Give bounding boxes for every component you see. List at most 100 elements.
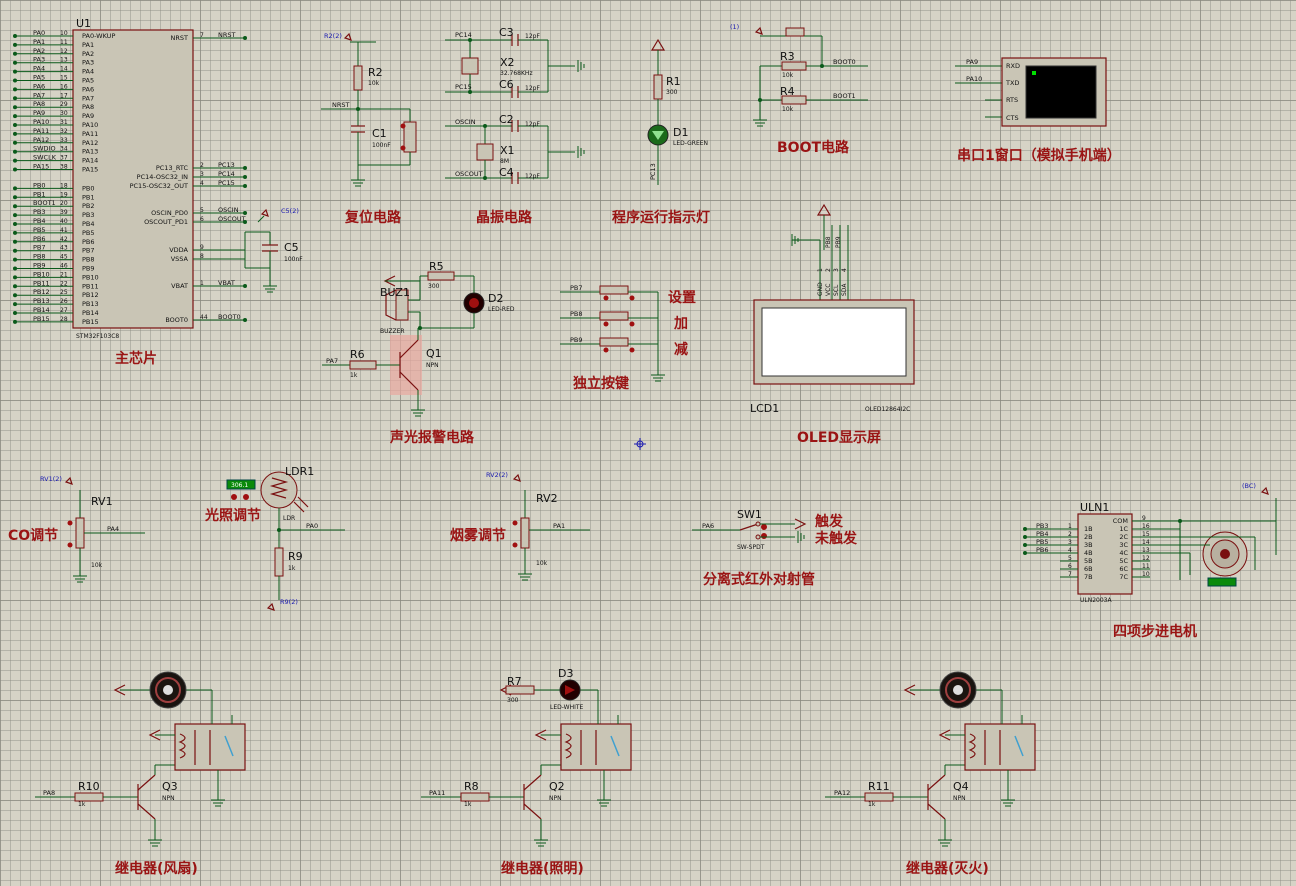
probe-r2-icon	[343, 32, 352, 41]
mcu-left-pinnum: 41	[60, 227, 68, 234]
mcu-left-pinnum: 20	[60, 200, 68, 207]
uln-in-pin: 3B	[1084, 541, 1093, 549]
r2-ref: R2	[368, 66, 383, 79]
mcu-left-pinnum: 11	[60, 39, 68, 46]
mcu-left-net: PB11	[33, 279, 50, 287]
probe-rv1-icon	[64, 476, 73, 485]
mcu-left-pinnum: 26	[60, 298, 68, 305]
uln-in-num: 7	[1068, 571, 1072, 578]
r3-ref: R3	[780, 50, 795, 63]
reset-button[interactable]	[403, 121, 417, 153]
terminal-screen	[1025, 65, 1097, 119]
r3-val: 10k	[782, 72, 794, 79]
r7-val: 300	[507, 697, 519, 704]
r6-ref: R6	[350, 348, 365, 361]
oled-pin-number: 3	[833, 268, 840, 272]
boot-circuit: R3 10k R4 10k BOOT0 BOOT1 (1)	[730, 23, 868, 127]
uln1-val: ULN2003A	[1080, 597, 1112, 604]
net-pa0: PA0	[306, 522, 318, 530]
mcu-right-pin: VDDA	[169, 246, 188, 254]
title-relay-fire: 继电器(灭火)	[906, 860, 989, 877]
mcu-left-net: PA9	[33, 109, 45, 117]
net-pa11: PA11	[429, 789, 445, 797]
mcu-right-pin: BOOT0	[165, 316, 188, 324]
uln-net: PB5	[1036, 538, 1049, 546]
oled-pin-number: 1	[817, 268, 824, 272]
net-nrst: NRST	[332, 101, 350, 109]
net-pa10: PA10	[966, 75, 982, 83]
key-up-button[interactable]	[599, 311, 629, 321]
oled-pin-label: SCL	[833, 284, 840, 296]
uln-out-pin: 4C	[1119, 549, 1128, 557]
q3-val: NPN	[162, 795, 175, 802]
mcu-right-net: PC14	[218, 170, 235, 178]
boot-switch[interactable]	[785, 27, 805, 37]
title-main-chip: 主芯片	[115, 350, 157, 367]
oled-pin-label: VCC	[825, 284, 832, 296]
mcu-left-pin: PB0	[82, 184, 95, 192]
mcu-left-pinnum: 22	[60, 280, 68, 287]
c5-ref: C5	[284, 241, 299, 254]
r1-val: 300	[666, 89, 678, 96]
uln-net: PB6	[1036, 546, 1049, 554]
c1-val: 100nF	[372, 142, 391, 149]
mcu-left-pin: PA0-WKUP	[82, 32, 115, 40]
uln-out-num: 12	[1142, 555, 1150, 562]
key-label-set: 设置	[668, 289, 696, 306]
key-down-button[interactable]	[599, 337, 629, 347]
c6-ref: C6	[499, 78, 514, 91]
mcu-right-pinnum: 5	[200, 207, 204, 214]
c2-val: 12pF	[525, 121, 540, 128]
net-pa9: PA9	[966, 58, 978, 66]
oled-pin-number: 2	[825, 268, 832, 272]
mcu-u1[interactable]: U1 STM32F103C8 PA0 10 PA0-WKUPPA1 11 PA1PA2 1…	[13, 17, 247, 340]
relay-base-resistor	[460, 792, 490, 802]
virtual-terminal[interactable]: PA9 PA10 RXD TXD RTS CTS	[955, 57, 1107, 127]
x2-crystal	[461, 57, 479, 75]
oled-screen	[761, 307, 907, 377]
x1-ref: X1	[500, 144, 515, 157]
key-set-button[interactable]	[599, 285, 629, 295]
mcu-left-pin: PA1	[82, 41, 94, 49]
net-boot0: BOOT0	[833, 58, 856, 66]
d2-ref: D2	[488, 292, 503, 305]
r6-val: 1k	[350, 372, 358, 379]
mcu-left-pinnum: 29	[60, 101, 68, 108]
mcu-left-pin: PA7	[82, 94, 94, 102]
net-oscin: OSCIN	[455, 118, 476, 126]
d1-val: LED-GREEN	[673, 140, 708, 147]
r11-ref: R11	[868, 780, 890, 793]
probe-rv2: RV2(2)	[486, 471, 508, 479]
mcu-left-net: BOOT1	[33, 199, 56, 207]
oled-display[interactable]: LCD1 OLED12864I2C GND VCC SCL SDA 1 2 3 4 PB8 PB9	[750, 203, 915, 415]
uln-out-pin: COM	[1113, 517, 1128, 525]
probe-boot-icon	[754, 26, 763, 35]
mcu-left-pin: PB3	[82, 211, 95, 219]
mcu-right-pinnum: 4	[200, 180, 204, 187]
mcu-left-pinnum: 30	[60, 110, 68, 117]
mcu-left-pin: PA11	[82, 130, 98, 138]
net-pb9: PB9	[570, 336, 583, 344]
q3-ref: Q3	[162, 780, 178, 793]
mcu-left-net: PA15	[33, 163, 49, 171]
trigger-arrow-icon	[794, 518, 807, 530]
terminal-rxd: RXD	[1006, 62, 1020, 70]
mcu-left-pinnum: 46	[60, 263, 68, 270]
uln-net: PB4	[1036, 530, 1049, 538]
mcu-left-net: PB13	[33, 297, 50, 305]
probe-c5: C5(2)	[281, 207, 299, 215]
mcu-right-pinnum: 2	[200, 162, 204, 169]
q2-val: NPN	[549, 795, 562, 802]
ldr-reading: 306.1	[231, 482, 248, 489]
mcu-left-pin: PA9	[82, 112, 94, 120]
rv2-potentiometer[interactable]	[520, 517, 530, 549]
rv1-potentiometer[interactable]	[75, 517, 85, 549]
mcu-left-net: PA8	[33, 100, 45, 108]
probe-bc-icon	[1260, 486, 1269, 495]
indicator-circuit: R1 300 D1 LED-GREEN PC13	[647, 38, 708, 185]
mcu-right-net: BOOT0	[218, 313, 241, 321]
mcu-left-pin: PB8	[82, 256, 95, 264]
mcu-left-pin: PA6	[82, 85, 94, 93]
r6-resistor	[349, 360, 377, 370]
mcu-left-pinnum: 28	[60, 316, 68, 323]
